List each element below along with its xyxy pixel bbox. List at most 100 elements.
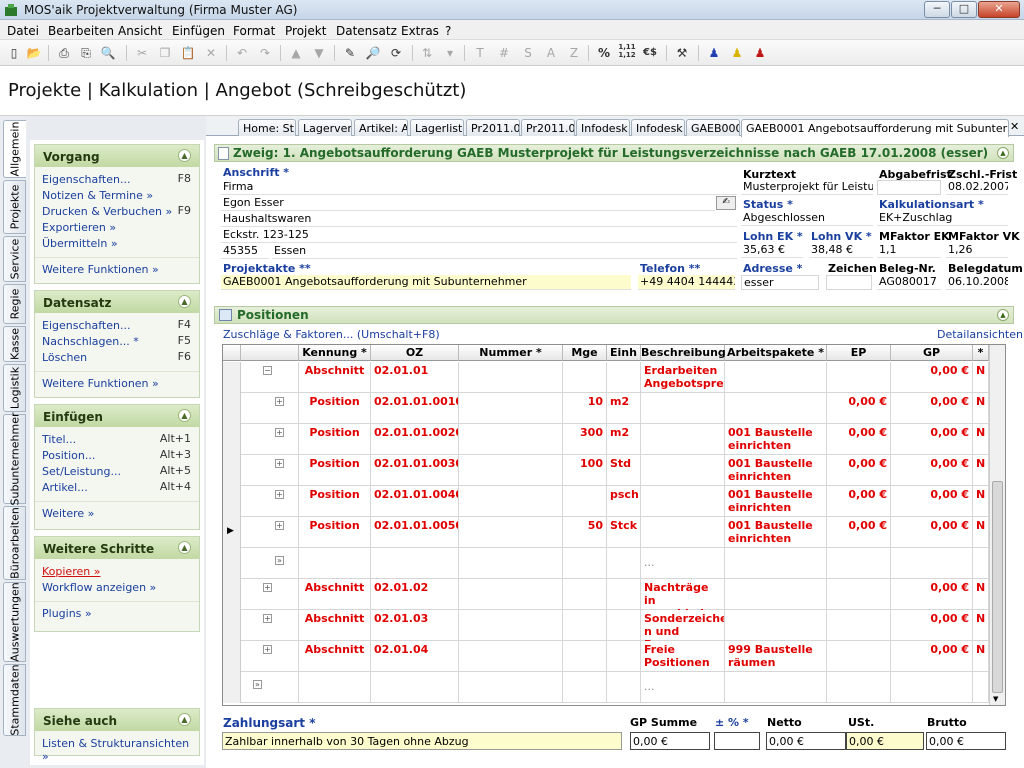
cell-gp[interactable]: 0,00 € [891, 579, 973, 610]
doctab-gaeb000[interactable]: GAEB000 [686, 119, 740, 136]
row-selector[interactable] [223, 579, 241, 610]
col-oz[interactable]: OZ [371, 345, 459, 361]
cell-gp[interactable]: 0,00 € [891, 393, 973, 424]
menu-einfuegen[interactable]: Einfügen [172, 24, 225, 38]
signature-icon[interactable]: ✍ [716, 196, 736, 210]
cell-gp[interactable]: 0,00 € [891, 610, 973, 641]
cell-oz[interactable]: 02.01.03 [371, 610, 459, 641]
cell-type[interactable]: Abschnitt [299, 579, 371, 610]
telefon-field[interactable]: +49 4404 144443 [638, 275, 735, 290]
link-listen-strukturansichten[interactable]: Listen & Strukturansichten » [35, 735, 199, 763]
link-artikel[interactable]: Artikel... Alt+4 [35, 479, 199, 495]
cell-gp[interactable]: 0,00 € [891, 641, 973, 672]
cell-mge[interactable] [563, 548, 607, 579]
cell-oz[interactable]: 02.01.01 [371, 362, 459, 393]
cell-num[interactable] [459, 486, 563, 517]
expand-node-icon[interactable]: + [275, 428, 284, 437]
link-uebermitteln[interactable]: Übermitteln » [35, 235, 199, 251]
cell-flag[interactable]: N [973, 641, 989, 672]
cell-oz[interactable]: 02.01.01.0030 [371, 455, 459, 486]
cell-desc[interactable] [641, 424, 725, 455]
cell-oz[interactable]: 02.01.01.0020 [371, 424, 459, 455]
pen-icon[interactable]: ✎ [340, 43, 360, 63]
cell-ap[interactable]: 001 Baustelle einrichten [725, 455, 827, 486]
cell-ep[interactable]: 0,00 € [827, 517, 891, 548]
cell-type[interactable]: Position [299, 455, 371, 486]
close-button[interactable]: ✕ [978, 1, 1020, 18]
table-row[interactable]: + Position 02.01.01.0040 psch 001 Baustelle … [223, 486, 989, 517]
cell-type[interactable]: Abschnitt [299, 610, 371, 641]
expand-node-icon[interactable]: + [263, 583, 272, 592]
table-row[interactable]: ▶ + Position 02.01.01.0050 50 Stck 001 Baustel… [223, 517, 989, 548]
zuschlaege-link[interactable]: Zuschläge & Faktoren... (Umschalt+F8) [223, 328, 440, 341]
vtab-bueroarbeiten[interactable]: Büroarbeiten [3, 506, 26, 580]
doctab-lagerver[interactable]: Lagerver [298, 119, 352, 136]
link-nachschlagen[interactable]: Nachschlagen... * F5 [35, 333, 199, 349]
zschl-frist-field[interactable]: 08.02.2007 [946, 180, 1008, 195]
row-selector[interactable] [223, 486, 241, 517]
collapse-icon[interactable]: ▲ [178, 295, 191, 308]
cell-num[interactable] [459, 455, 563, 486]
collapse-icon[interactable]: ▲ [178, 541, 191, 554]
cell-ap[interactable]: 001 Baustelle einrichten [725, 486, 827, 517]
beleg-nr-field[interactable]: AG080017 [877, 275, 941, 290]
cell-desc[interactable]: Nachträge in verschieden... [641, 579, 725, 610]
cell-ep[interactable] [827, 610, 891, 641]
table-row[interactable]: + Position 02.01.01.0010 10 m2 0,00 €0,00 € N [223, 393, 989, 424]
collapse-icon[interactable]: ▲ [178, 713, 191, 726]
link-ds-eigenschaften[interactable]: Eigenschaften... F4 [35, 317, 199, 333]
row-selector[interactable] [223, 393, 241, 424]
sort-icon[interactable]: ⇅ [417, 43, 437, 63]
mfaktor-vk-field[interactable]: 1,26 [946, 243, 1008, 258]
grid-scrollbar[interactable]: ▼ [989, 345, 1005, 705]
table-row[interactable]: + Abschnitt02.01.03 Sonderzeiche n und Bes… [223, 610, 989, 641]
cell-num[interactable] [459, 579, 563, 610]
cell-gp[interactable]: 0,00 € [891, 455, 973, 486]
link-loeschen[interactable]: Löschen F6 [35, 349, 199, 365]
expand-node-icon[interactable]: + [275, 459, 284, 468]
kalkulationsart-field[interactable]: EK+Zuschlag [877, 211, 1008, 226]
doctab-pr2011-b[interactable]: Pr2011.0 [521, 119, 575, 136]
cell-desc[interactable] [641, 393, 725, 424]
new-icon[interactable]: ▯ [4, 43, 24, 63]
cell-flag[interactable]: N [973, 486, 989, 517]
row-selector[interactable] [223, 362, 241, 393]
doctab-infodesk-b[interactable]: Infodesk [631, 119, 685, 136]
lohn-ek-field[interactable]: 35,63 € [741, 243, 803, 258]
col-ep[interactable]: EP [827, 345, 891, 361]
move-down-icon[interactable]: ▼ [309, 43, 329, 63]
cell-flag[interactable]: N [973, 517, 989, 548]
cell-type[interactable] [299, 672, 371, 703]
cell-flag[interactable] [973, 672, 989, 703]
menu-projekt[interactable]: Projekt [285, 24, 326, 38]
cell-ap[interactable] [725, 393, 827, 424]
cell-type[interactable]: Abschnitt [299, 362, 371, 393]
cell-mge[interactable] [563, 579, 607, 610]
cell-type[interactable]: Position [299, 486, 371, 517]
print-icon[interactable]: ⎙ [54, 43, 74, 63]
col-arbeitspakete[interactable]: Arbeitspakete * [725, 345, 827, 361]
user-red-icon[interactable]: ♟ [750, 43, 770, 63]
link-eigenschaften[interactable]: Eigenschaften... F8 [35, 171, 199, 187]
cell-flag[interactable]: N [973, 610, 989, 641]
more-nodes-icon[interactable]: » [253, 680, 262, 689]
cell-type[interactable] [299, 548, 371, 579]
cell-type[interactable]: Position [299, 393, 371, 424]
percent-button[interactable]: % [594, 43, 614, 63]
link-ds-weitere-funktionen[interactable]: Weitere Funktionen » [35, 371, 199, 393]
cell-mge[interactable] [563, 641, 607, 672]
cell-ap[interactable] [725, 548, 827, 579]
cell-einh[interactable]: m2 [607, 424, 641, 455]
link-titel[interactable]: Titel... Alt+1 [35, 431, 199, 447]
cell-oz[interactable] [371, 548, 459, 579]
cell-ep[interactable] [827, 548, 891, 579]
vtab-allgemein[interactable]: Allgemein [3, 120, 26, 178]
vtab-subunternehmer[interactable]: Subunternehmer [3, 412, 26, 506]
vtab-stammdaten[interactable]: Stammdaten [3, 664, 26, 736]
cell-oz[interactable]: 02.01.01.0040 [371, 486, 459, 517]
collapse-icon[interactable]: ▲ [178, 149, 191, 162]
zoom-icon[interactable]: 🔎 [363, 43, 383, 63]
cell-gp[interactable]: 0,00 € [891, 517, 973, 548]
insert-article-button[interactable]: A [541, 43, 561, 63]
menu-extras[interactable]: Extras [401, 24, 439, 38]
